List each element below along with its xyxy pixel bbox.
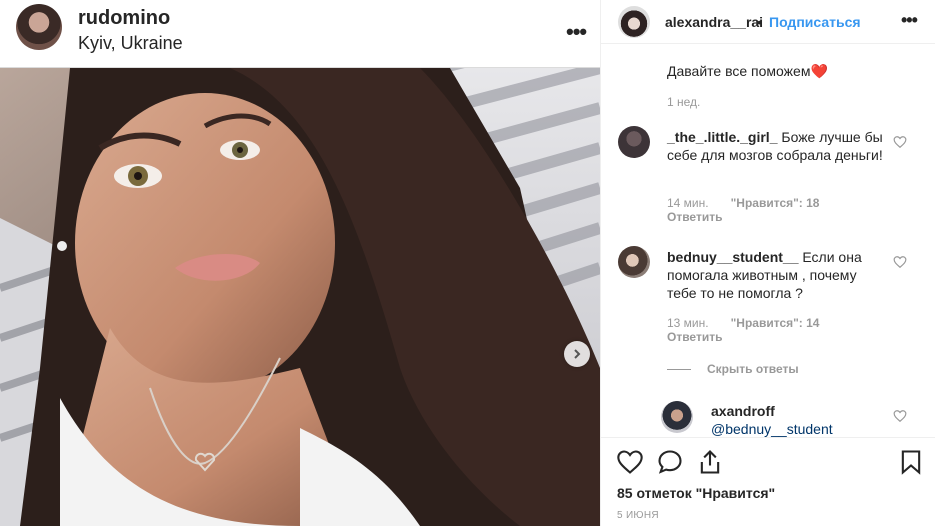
panel-header: alexandra__rai • Подписаться ••• xyxy=(601,0,935,44)
comment-icon[interactable] xyxy=(656,448,684,476)
like-comment-heart-icon[interactable] xyxy=(893,135,907,149)
author-username[interactable]: rudomino xyxy=(78,7,170,30)
commenter-avatar[interactable] xyxy=(618,246,650,278)
separator-dot: • xyxy=(757,14,762,30)
comment: bednuy__student__ Если она помогала живо… xyxy=(667,248,887,302)
post-photo[interactable] xyxy=(0,68,600,526)
comments-panel: alexandra__rai • Подписаться ••• Давайте… xyxy=(600,0,935,526)
comment-username[interactable]: bednuy__student__ xyxy=(667,249,798,265)
post-date[interactable]: 5 ИЮНЯ xyxy=(617,510,659,521)
post-location[interactable]: Kyiv, Ukraine xyxy=(78,33,183,54)
author-avatar[interactable] xyxy=(16,4,62,50)
comment-username[interactable]: _the_.little._girl_ xyxy=(667,129,777,145)
nested-comment: axandroff @bednuy__student xyxy=(711,402,891,437)
nested-comment-username[interactable]: axandroff xyxy=(711,403,775,419)
post-header: rudomino Kyiv, Ukraine ••• xyxy=(0,0,600,68)
comments-list[interactable]: Давайте все поможем❤️ 1 нед. _the_.littl… xyxy=(601,45,935,437)
comment: _the_.little._girl_ Боже лучше бы себе д… xyxy=(667,128,887,164)
replies-divider xyxy=(667,369,691,370)
like-comment-heart-icon[interactable] xyxy=(893,409,907,423)
chevron-right-icon xyxy=(574,349,581,359)
header-username[interactable]: alexandra__rai xyxy=(665,14,763,30)
more-options-button[interactable]: ••• xyxy=(566,19,587,45)
comment-meta: 14 мин. "Нравится": 18 xyxy=(667,196,820,210)
nested-comment-mention[interactable]: @bednuy__student xyxy=(711,421,833,437)
reply-button[interactable]: Ответить xyxy=(667,330,722,344)
share-icon[interactable] xyxy=(696,448,724,476)
post-media-column: rudomino Kyiv, Ukraine ••• xyxy=(0,0,600,526)
bookmark-icon[interactable] xyxy=(897,448,925,476)
post-actions: 85 отметок "Нравится" 5 ИЮНЯ xyxy=(601,437,935,526)
follow-button[interactable]: Подписаться xyxy=(769,14,861,30)
nested-commenter-avatar[interactable] xyxy=(661,401,693,433)
comment-text-top: Давайте все поможем❤️ xyxy=(667,63,828,79)
selfie-image xyxy=(0,68,600,526)
comment-time-top: 1 нед. xyxy=(667,95,701,109)
commenter-avatar-header[interactable] xyxy=(618,6,650,38)
likes-count[interactable]: 85 отметок "Нравится" xyxy=(617,485,775,501)
heart-emoji-icon: ❤️ xyxy=(810,63,828,79)
heart-icon[interactable] xyxy=(616,448,644,476)
next-photo-button[interactable] xyxy=(564,341,590,367)
like-comment-heart-icon[interactable] xyxy=(893,255,907,269)
hide-replies-button[interactable]: Скрыть ответы xyxy=(707,362,799,376)
commenter-avatar[interactable] xyxy=(618,126,650,158)
reply-button[interactable]: Ответить xyxy=(667,210,722,224)
more-options-button-panel[interactable]: ••• xyxy=(901,10,918,31)
comment-meta: 13 мин. "Нравится": 14 xyxy=(667,316,820,330)
